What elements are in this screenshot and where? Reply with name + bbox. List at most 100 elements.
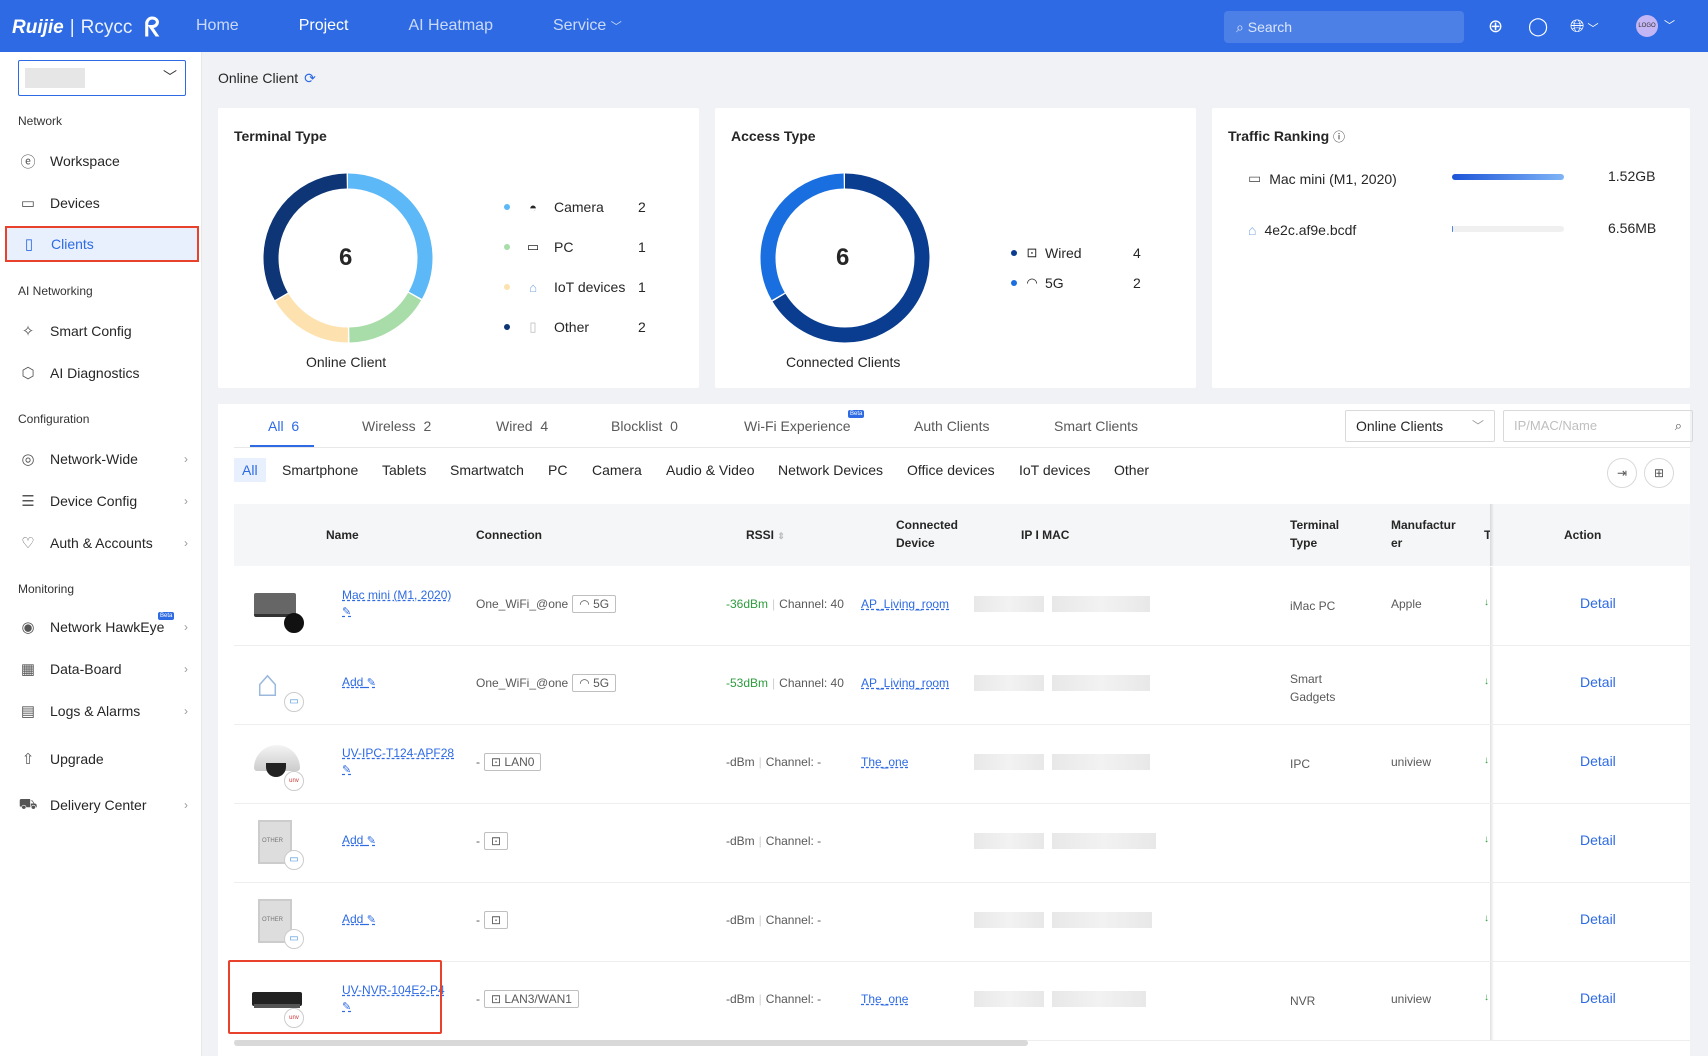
- refresh-icon[interactable]: ⟳: [304, 70, 316, 86]
- traffic-name: 4e2c.af9e.bcdf: [1264, 222, 1357, 238]
- avatar[interactable]: LOGO: [1636, 15, 1658, 37]
- edit-icon[interactable]: ✎: [367, 835, 376, 847]
- connection-cell: - ⊡: [476, 832, 509, 850]
- connection-tag: ◠ 5G: [572, 595, 617, 613]
- connection-cell: One_WiFi_@one ◠ 5G: [476, 674, 617, 692]
- edit-icon[interactable]: ✎: [367, 677, 376, 689]
- traffic-bar-fill: [1452, 226, 1454, 232]
- tab-wireless[interactable]: Wireless 2: [362, 418, 431, 434]
- sidebar-item-label: AI Diagnostics: [50, 365, 140, 381]
- sidebar-item-workspace[interactable]: ⓔ Workspace: [6, 144, 198, 178]
- search-placeholder: IP/MAC/Name: [1514, 418, 1598, 433]
- nav-home[interactable]: Home: [196, 0, 239, 52]
- uniview-badge-icon: unv: [284, 771, 304, 791]
- category-smartwatch[interactable]: Smartwatch: [450, 462, 524, 478]
- connected-device-link[interactable]: The_one: [861, 755, 908, 769]
- client-search-input[interactable]: IP/MAC/Name ⌕: [1503, 410, 1693, 442]
- export-icon[interactable]: ⇥: [1607, 458, 1637, 488]
- mac-blurred: [1052, 991, 1146, 1007]
- detail-link[interactable]: Detail: [1580, 911, 1616, 927]
- sidebar-item-delivery-center[interactable]: ⛟ Delivery Center ›: [6, 788, 198, 822]
- column-settings-icon[interactable]: ⊞: [1644, 458, 1674, 488]
- sidebar-item-devices[interactable]: ▭ Devices: [6, 186, 198, 220]
- message-icon[interactable]: ◯: [1528, 16, 1548, 36]
- client-name-link[interactable]: Mac mini (M1, 2020) ✎: [342, 587, 451, 620]
- globe-icon[interactable]: 🌐︎ ﹀: [1570, 16, 1598, 39]
- detail-link[interactable]: Detail: [1580, 832, 1616, 848]
- client-name-link[interactable]: UV-IPC-T124-APF28 ✎: [342, 745, 454, 778]
- client-name-link[interactable]: Add ✎: [342, 674, 376, 691]
- global-search-input[interactable]: ⌕ Search: [1224, 11, 1464, 43]
- edit-icon[interactable]: ✎: [342, 606, 351, 618]
- sidebar-item-auth-accounts[interactable]: ♡ Auth & Accounts ›: [6, 526, 198, 560]
- category-audio-video[interactable]: Audio & Video: [666, 462, 754, 478]
- category-pc[interactable]: PC: [548, 462, 567, 478]
- sidebar-item-clients[interactable]: ▯ Clients: [5, 226, 199, 262]
- connected-device-link[interactable]: The_one: [861, 992, 908, 1006]
- category-network-devices[interactable]: Network Devices: [778, 462, 883, 478]
- category-tablets[interactable]: Tablets: [382, 462, 426, 478]
- legend-dot: [504, 204, 510, 210]
- connected-device-link[interactable]: AP_Living_room: [861, 676, 949, 690]
- client-name-link[interactable]: Add ✎: [342, 832, 376, 849]
- col-action: Action: [1564, 528, 1602, 542]
- connection-tag: ⊡: [484, 911, 509, 929]
- category-iot-devices[interactable]: IoT devices: [1019, 462, 1090, 478]
- client-name-link[interactable]: Add ✎: [342, 911, 376, 928]
- search-icon: ⌕: [1674, 418, 1682, 433]
- tab-smart-clients[interactable]: Smart Clients: [1054, 418, 1138, 434]
- detail-link[interactable]: Detail: [1580, 674, 1616, 690]
- network-wide-icon: ◎: [21, 451, 35, 468]
- mac-mini-icon: [252, 581, 304, 633]
- edit-icon[interactable]: ✎: [342, 764, 351, 776]
- ip-blurred: [974, 675, 1044, 691]
- category-camera[interactable]: Camera: [592, 462, 642, 478]
- edit-icon[interactable]: ✎: [367, 914, 376, 926]
- sidebar-item-smart-config[interactable]: ✧ Smart Config: [6, 314, 198, 348]
- mac-blurred: [1052, 675, 1150, 691]
- iot-icon: ⌂ ▭: [252, 660, 304, 712]
- nav-project[interactable]: Project: [299, 0, 349, 52]
- tab-all[interactable]: All 6: [268, 418, 299, 434]
- tab-blocklist[interactable]: Blocklist 0: [611, 418, 678, 434]
- nav-ai-heatmap[interactable]: AI Heatmap: [408, 0, 492, 52]
- category-smartphone[interactable]: Smartphone: [282, 462, 358, 478]
- col-rssi[interactable]: RSSI ⇕: [746, 526, 785, 545]
- col-connection: Connection: [476, 528, 542, 542]
- sidebar-item-logs-alarms[interactable]: ▤ Logs & Alarms ›: [6, 694, 198, 728]
- client-status-select[interactable]: Online Clients ﹀: [1345, 410, 1495, 442]
- nav-service[interactable]: Service ﹀: [553, 0, 622, 52]
- connection-tag: ⊡: [484, 832, 509, 850]
- tab-wired[interactable]: Wired 4: [496, 418, 548, 434]
- help-icon[interactable]: ⓘ: [1333, 130, 1345, 144]
- avatar-chevron-icon[interactable]: ﹀: [1664, 16, 1675, 36]
- detail-link[interactable]: Detail: [1580, 753, 1616, 769]
- sidebar-item-upgrade[interactable]: ⇧ Upgrade: [6, 742, 198, 776]
- connection-tag: ⊡ LAN0: [484, 753, 542, 771]
- brand-logo[interactable]: Ruijie | Rcycc ᖇ: [12, 12, 160, 44]
- access-type-card: Access Type 6 Connected Clients ⊡ Wired 4 …: [715, 108, 1196, 388]
- detail-link[interactable]: Detail: [1580, 595, 1616, 611]
- connection-tag-text: 5G: [593, 597, 610, 611]
- tab-count: 0: [670, 418, 678, 434]
- add-circle-icon[interactable]: ⊕: [1488, 16, 1503, 36]
- category-all[interactable]: All: [234, 458, 266, 482]
- sidebar-item-device-config[interactable]: ☰ Device Config ›: [6, 484, 198, 518]
- sidebar-item-label: Delivery Center: [50, 797, 147, 813]
- connected-device-link[interactable]: AP_Living_room: [861, 597, 949, 611]
- sidebar-item-label: Smart Config: [50, 323, 132, 339]
- project-select[interactable]: ﹀: [18, 60, 186, 96]
- category-office-devices[interactable]: Office devices: [907, 462, 995, 478]
- logo-mark-icon: ᖇ: [144, 12, 160, 42]
- mac-blurred: [1052, 754, 1150, 770]
- horizontal-scrollbar[interactable]: [234, 1040, 1028, 1046]
- sidebar-item-ai-diagnostics[interactable]: ⬡ AI Diagnostics: [6, 356, 198, 390]
- sidebar-item-network-wide[interactable]: ◎ Network-Wide ›: [6, 442, 198, 476]
- category-other[interactable]: Other: [1114, 462, 1149, 478]
- sidebar-item-network-hawkeye[interactable]: ◉ Network HawkEye Beta ›: [6, 610, 198, 644]
- sidebar-item-data-board[interactable]: ▦ Data-Board ›: [6, 652, 198, 686]
- tab-wifi-experience[interactable]: Wi-Fi Experience Beta: [744, 410, 865, 434]
- table-row: unv UV-IPC-T124-APF28 ✎ - ⊡ LAN0 -dBm | Cha…: [234, 725, 1690, 804]
- detail-link[interactable]: Detail: [1580, 990, 1616, 1006]
- tab-auth-clients[interactable]: Auth Clients: [914, 418, 989, 434]
